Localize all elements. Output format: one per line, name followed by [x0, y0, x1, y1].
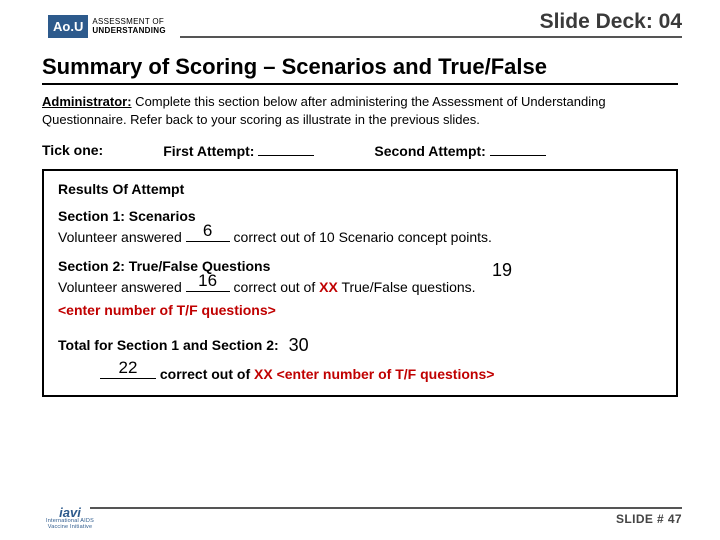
- second-attempt: Second Attempt:: [374, 142, 545, 159]
- header-rule-wrap: Slide Deck: 04: [174, 10, 682, 38]
- footer-rule: [90, 507, 682, 509]
- total-value: 30: [283, 335, 309, 355]
- aou-logo: Ao.U ASSESSMENT OF UNDERSTANDING: [48, 15, 166, 38]
- sec2-value: 16: [186, 268, 230, 294]
- total-label: Total for Section 1 and Section 2:: [58, 337, 279, 353]
- section2-heading: Section 2: True/False Questions: [58, 256, 662, 277]
- results-box: Results Of Attempt Section 1: Scenarios …: [42, 169, 678, 397]
- sec1-tail: correct out of 10 Scenario concept point…: [230, 229, 492, 245]
- logo-abbrev: Ao.U: [48, 15, 88, 38]
- iavi-sub2: Vaccine Initiative: [46, 525, 94, 531]
- sec1-lead: Volunteer answered: [58, 229, 186, 245]
- slide-title: Summary of Scoring – Scenarios and True/…: [42, 54, 678, 85]
- section2-line: 19 Volunteer answered 16 correct out of …: [58, 277, 662, 298]
- deck-label: Slide Deck: 04: [180, 10, 682, 34]
- second-attempt-blank[interactable]: [490, 142, 546, 156]
- slide-header: Ao.U ASSESSMENT OF UNDERSTANDING Slide D…: [0, 0, 720, 38]
- first-attempt-label: First Attempt:: [163, 143, 254, 159]
- sec2-tail: True/False questions.: [338, 279, 476, 295]
- final-mid: correct out of: [160, 366, 254, 382]
- instruction-text: Administrator: Complete this section bel…: [42, 93, 678, 128]
- slide-footer: iavi International AIDS Vaccine Initiati…: [0, 507, 720, 526]
- header-rule: [180, 36, 682, 38]
- final-blank[interactable]: 22: [100, 365, 156, 379]
- section1-heading: Section 1: Scenarios: [58, 206, 662, 227]
- logo-text: ASSESSMENT OF UNDERSTANDING: [92, 18, 166, 36]
- sec2-float-value: 19: [492, 257, 512, 284]
- slide-number: SLIDE # 47: [90, 512, 682, 526]
- instruction-label: Administrator:: [42, 94, 132, 109]
- tick-label: Tick one:: [42, 142, 103, 159]
- iavi-logo: iavi International AIDS Vaccine Initiati…: [46, 506, 94, 530]
- results-title: Results Of Attempt: [58, 179, 662, 200]
- sec2-blank[interactable]: 16: [186, 278, 230, 292]
- section1-line: Volunteer answered 6 correct out of 10 S…: [58, 227, 662, 248]
- sec2-placeholder: <enter number of T/F questions>: [58, 300, 662, 321]
- final-row: 22 correct out of XX <enter number of T/…: [58, 364, 662, 385]
- sec2-mid: correct out of: [230, 279, 319, 295]
- sec2-xx: XX: [319, 279, 338, 295]
- tick-row: Tick one: First Attempt: Second Attempt:: [42, 142, 678, 159]
- logo-line2: UNDERSTANDING: [92, 27, 166, 36]
- first-attempt-blank[interactable]: [258, 142, 314, 156]
- first-attempt: First Attempt:: [163, 142, 314, 159]
- sec1-value: 6: [186, 218, 230, 244]
- sec1-blank[interactable]: 6: [186, 228, 230, 242]
- slide-content: Summary of Scoring – Scenarios and True/…: [0, 38, 720, 397]
- final-placeholder: <enter number of T/F questions>: [273, 366, 495, 382]
- final-xx: XX: [254, 366, 273, 382]
- second-attempt-label: Second Attempt:: [374, 143, 485, 159]
- final-value: 22: [100, 355, 156, 381]
- sec2-lead: Volunteer answered: [58, 279, 186, 295]
